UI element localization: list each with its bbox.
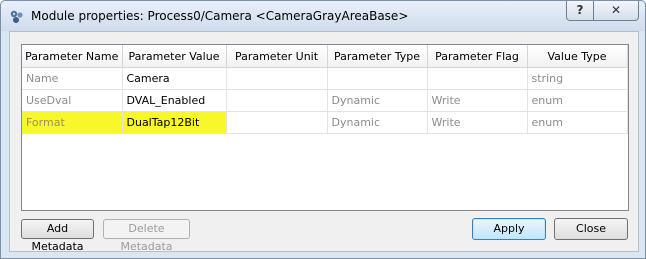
column-header-value-type[interactable]: Value Type	[527, 45, 628, 68]
table-row-highlighted[interactable]: Format DualTap12Bit Dynamic Write enum	[22, 111, 628, 134]
cell-value-type: enum	[527, 89, 628, 112]
cell-parameter-flag: Write	[427, 89, 528, 112]
cell-parameter-name: Format	[22, 111, 123, 134]
cell-parameter-flag: Write	[427, 111, 528, 134]
column-header-parameter-flag[interactable]: Parameter Flag	[427, 45, 528, 68]
column-header-parameter-type[interactable]: Parameter Type	[327, 45, 428, 68]
app-icon	[10, 10, 23, 23]
apply-button[interactable]: Apply	[472, 218, 546, 240]
cell-parameter-unit	[226, 67, 328, 90]
dialog-window: Module properties: Process0/Camera <Came…	[0, 0, 646, 259]
add-metadata-button[interactable]: Add Metadata	[21, 219, 94, 253]
column-header-parameter-unit[interactable]: Parameter Unit	[226, 45, 328, 68]
column-header-parameter-name[interactable]: Parameter Name	[22, 45, 123, 68]
cell-parameter-name: Name	[22, 67, 123, 90]
cell-parameter-value[interactable]: Camera	[122, 67, 227, 90]
title-bar[interactable]: Module properties: Process0/Camera <Came…	[1, 1, 645, 31]
cell-value-type: string	[527, 67, 628, 90]
dialog-client-area: Parameter Name Parameter Value Parameter…	[9, 31, 639, 253]
cell-parameter-flag	[427, 67, 528, 90]
table-row[interactable]: UseDval DVAL_Enabled Dynamic Write enum	[22, 89, 628, 112]
help-button[interactable]: ?	[566, 1, 594, 21]
parameter-table[interactable]: Parameter Name Parameter Value Parameter…	[21, 44, 629, 211]
close-button[interactable]: Close	[554, 218, 628, 240]
table-row[interactable]: Name Camera string	[22, 67, 628, 90]
cell-parameter-unit	[226, 111, 328, 134]
cell-parameter-value[interactable]: DualTap12Bit	[122, 111, 227, 134]
cell-parameter-type	[327, 67, 428, 90]
cell-parameter-value[interactable]: DVAL_Enabled	[122, 89, 227, 112]
window-title: Module properties: Process0/Camera <Came…	[31, 9, 409, 23]
cell-parameter-type: Dynamic	[327, 111, 428, 134]
window-close-button[interactable]: ✕	[593, 1, 639, 21]
cell-value-type: enum	[527, 111, 628, 134]
table-header-row: Parameter Name Parameter Value Parameter…	[22, 45, 628, 68]
cell-parameter-type: Dynamic	[327, 89, 428, 112]
delete-metadata-button[interactable]: Delete Metadata	[103, 219, 190, 253]
column-header-parameter-value[interactable]: Parameter Value	[122, 45, 227, 68]
cell-parameter-unit	[226, 89, 328, 112]
cell-parameter-name: UseDval	[22, 89, 123, 112]
